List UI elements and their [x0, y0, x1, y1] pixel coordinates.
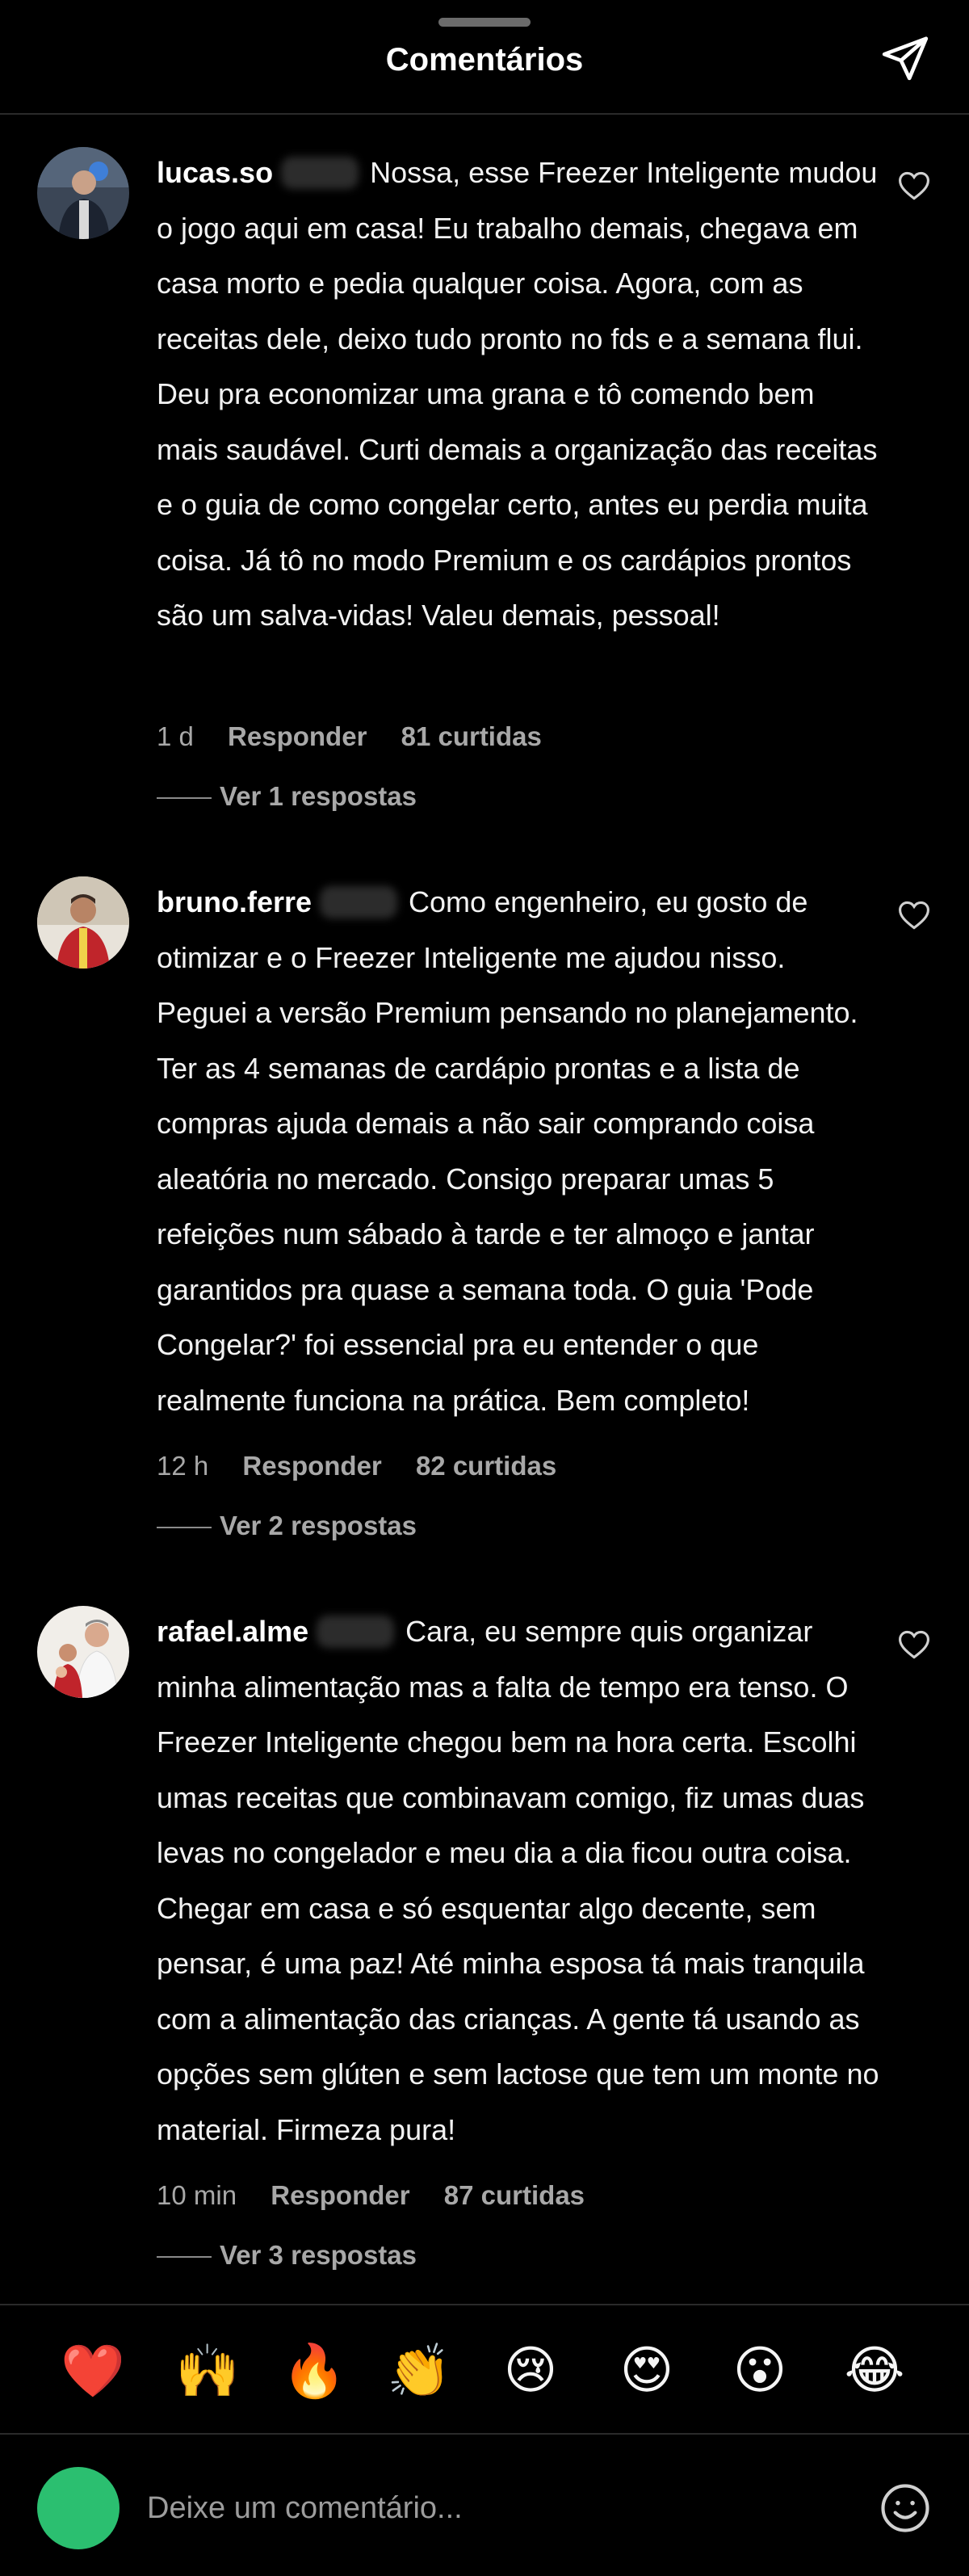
likes-count[interactable]: 81 curtidas	[401, 721, 542, 751]
heart-eyes-emoji-icon[interactable]: 😍	[610, 2334, 683, 2407]
heart-icon[interactable]	[896, 1627, 932, 1662]
comment-composer	[0, 2436, 969, 2576]
heart-emoji-icon[interactable]: ❤️	[57, 2334, 129, 2407]
drag-handle[interactable]	[438, 18, 531, 27]
heart-icon[interactable]	[896, 897, 932, 933]
comment-input[interactable]	[147, 2480, 841, 2536]
comment-body: rafael.alme Cara, eu sempre quis organiza…	[157, 1604, 883, 2158]
comment-meta: 1 d Responder 81 curtidas	[157, 721, 568, 752]
tears-of-joy-emoji-icon[interactable]: 😂	[838, 2334, 911, 2407]
comment-body: lucas.so Nossa, esse Freezer Inteligente …	[157, 145, 883, 644]
page-title: Comentários	[385, 42, 584, 78]
view-replies-button[interactable]: Ver 1 respostas	[157, 781, 417, 812]
view-replies-label: Ver 3 respostas	[220, 2240, 417, 2270]
avatar[interactable]	[37, 876, 129, 969]
view-replies-button[interactable]: Ver 2 respostas	[157, 1511, 417, 1541]
reply-button[interactable]: Responder	[271, 2180, 409, 2210]
username[interactable]: rafael.alme	[157, 1615, 308, 1648]
divider-line	[157, 1527, 212, 1529]
avatar[interactable]	[37, 2467, 120, 2549]
surprised-face-emoji-icon[interactable]: 😮	[724, 2334, 796, 2407]
avatar[interactable]	[37, 1606, 129, 1698]
comment-time: 10 min	[157, 2180, 237, 2210]
blurred-username-part	[281, 157, 359, 189]
comment-time: 1 d	[157, 721, 194, 751]
view-replies-label: Ver 1 respostas	[220, 781, 417, 811]
username[interactable]: bruno.ferre	[157, 885, 312, 918]
comment-text: Cara, eu sempre quis organizar minha ali…	[157, 1615, 879, 2146]
view-replies-button[interactable]: Ver 3 respostas	[157, 2240, 417, 2271]
crying-face-emoji-icon[interactable]: 😢	[494, 2334, 567, 2407]
likes-count[interactable]: 82 curtidas	[416, 1451, 556, 1481]
raising-hands-emoji-icon[interactable]: 🙌	[171, 2334, 244, 2407]
comment-text: Como engenheiro, eu gosto de otimizar e …	[157, 885, 858, 1417]
divider-line	[157, 2256, 212, 2259]
fire-emoji-icon[interactable]: 🔥	[278, 2334, 350, 2407]
divider-line	[157, 797, 212, 800]
emoji-reaction-bar: ❤️ 🙌 🔥 👏 😢 😍 😮 😂	[0, 2304, 969, 2435]
reply-button[interactable]: Responder	[242, 1451, 381, 1481]
blurred-username-part	[320, 886, 398, 918]
send-icon[interactable]	[880, 32, 930, 82]
comments-header: Comentários	[0, 0, 969, 115]
comment-meta: 12 h Responder 82 curtidas	[157, 1451, 583, 1481]
heart-icon[interactable]	[896, 168, 932, 204]
comment-text: Nossa, esse Freezer Inteligente mudou o …	[157, 156, 878, 632]
likes-count[interactable]: 87 curtidas	[444, 2180, 585, 2210]
username[interactable]: lucas.so	[157, 156, 273, 189]
view-replies-label: Ver 2 respostas	[220, 1511, 417, 1540]
avatar[interactable]	[37, 147, 129, 239]
comment-time: 12 h	[157, 1451, 209, 1481]
comment-body: bruno.ferre Como engenheiro, eu gosto de …	[157, 875, 883, 1428]
blurred-username-part	[317, 1616, 395, 1648]
reply-button[interactable]: Responder	[228, 721, 367, 751]
comment-meta: 10 min Responder 87 curtidas	[157, 2180, 611, 2211]
smiley-icon[interactable]	[879, 2481, 932, 2535]
clapping-hands-emoji-icon[interactable]: 👏	[383, 2334, 455, 2407]
